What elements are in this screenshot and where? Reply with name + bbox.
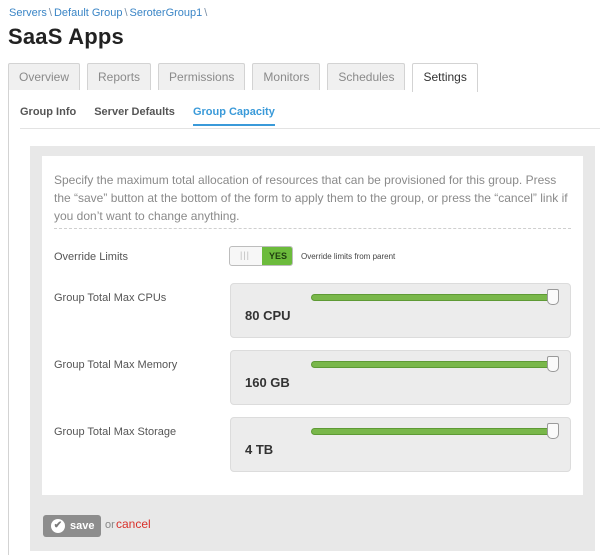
tab-monitors[interactable]: Monitors — [252, 63, 321, 90]
breadcrumb-servers[interactable]: Servers — [9, 7, 47, 19]
form-divider — [54, 228, 571, 229]
max-storage-label: Group Total Max Storage — [54, 426, 177, 438]
check-icon: ✔ — [51, 519, 65, 533]
tab-overview[interactable]: Overview — [8, 63, 81, 90]
breadcrumb: Servers \ Default Group \ SeroterGroup1 \ — [9, 7, 209, 19]
max-cpus-card: 80 CPU — [230, 283, 571, 338]
breadcrumb-separator: \ — [48, 7, 52, 19]
tab-settings[interactable]: Settings — [412, 63, 478, 92]
page-title: SaaS Apps — [8, 24, 124, 49]
cancel-link[interactable]: cancel — [116, 517, 151, 531]
max-storage-slider-handle[interactable] — [547, 423, 559, 439]
max-cpus-value: 80 CPU — [245, 308, 291, 323]
override-limits-label: Override Limits — [54, 251, 128, 263]
save-button-label: save — [70, 520, 95, 532]
breadcrumb-separator: \ — [124, 7, 128, 19]
form-instructions: Specify the maximum total allocation of … — [54, 173, 568, 223]
settings-subtabs: Group Info Server Defaults Group Capacit… — [20, 106, 293, 126]
max-cpus-slider-handle[interactable] — [547, 289, 559, 305]
toggle-yes-state: YES — [262, 247, 292, 265]
override-limits-note: Override limits from parent — [301, 252, 396, 261]
max-cpus-label: Group Total Max CPUs — [54, 292, 167, 304]
breadcrumb-group[interactable]: SeroterGroup1 — [130, 7, 203, 19]
max-memory-label: Group Total Max Memory — [54, 359, 178, 371]
max-memory-slider-track[interactable] — [311, 361, 551, 368]
max-memory-card: 160 GB — [230, 350, 571, 405]
override-limits-toggle[interactable]: ||| YES — [229, 246, 293, 266]
tab-permissions[interactable]: Permissions — [158, 63, 246, 90]
subtab-server-defaults[interactable]: Server Defaults — [94, 106, 175, 126]
tab-schedules[interactable]: Schedules — [327, 63, 406, 90]
toggle-grip-icon: ||| — [240, 250, 251, 260]
max-storage-slider-track[interactable] — [311, 428, 551, 435]
or-text: or — [105, 519, 115, 531]
subtab-group-info[interactable]: Group Info — [20, 106, 76, 126]
max-memory-value: 160 GB — [245, 375, 290, 390]
save-button[interactable]: ✔ save — [43, 515, 101, 537]
tab-reports[interactable]: Reports — [87, 63, 152, 90]
breadcrumb-default-group[interactable]: Default Group — [54, 7, 122, 19]
max-storage-value: 4 TB — [245, 442, 274, 457]
subtabs-divider — [20, 128, 600, 129]
main-tabs: Overview Reports Permissions Monitors Sc… — [8, 63, 485, 92]
subtab-group-capacity[interactable]: Group Capacity — [192, 106, 275, 126]
max-cpus-slider-track[interactable] — [311, 294, 551, 301]
breadcrumb-separator: \ — [204, 7, 208, 19]
max-storage-card: 4 TB — [230, 417, 571, 472]
max-memory-slider-handle[interactable] — [547, 356, 559, 372]
